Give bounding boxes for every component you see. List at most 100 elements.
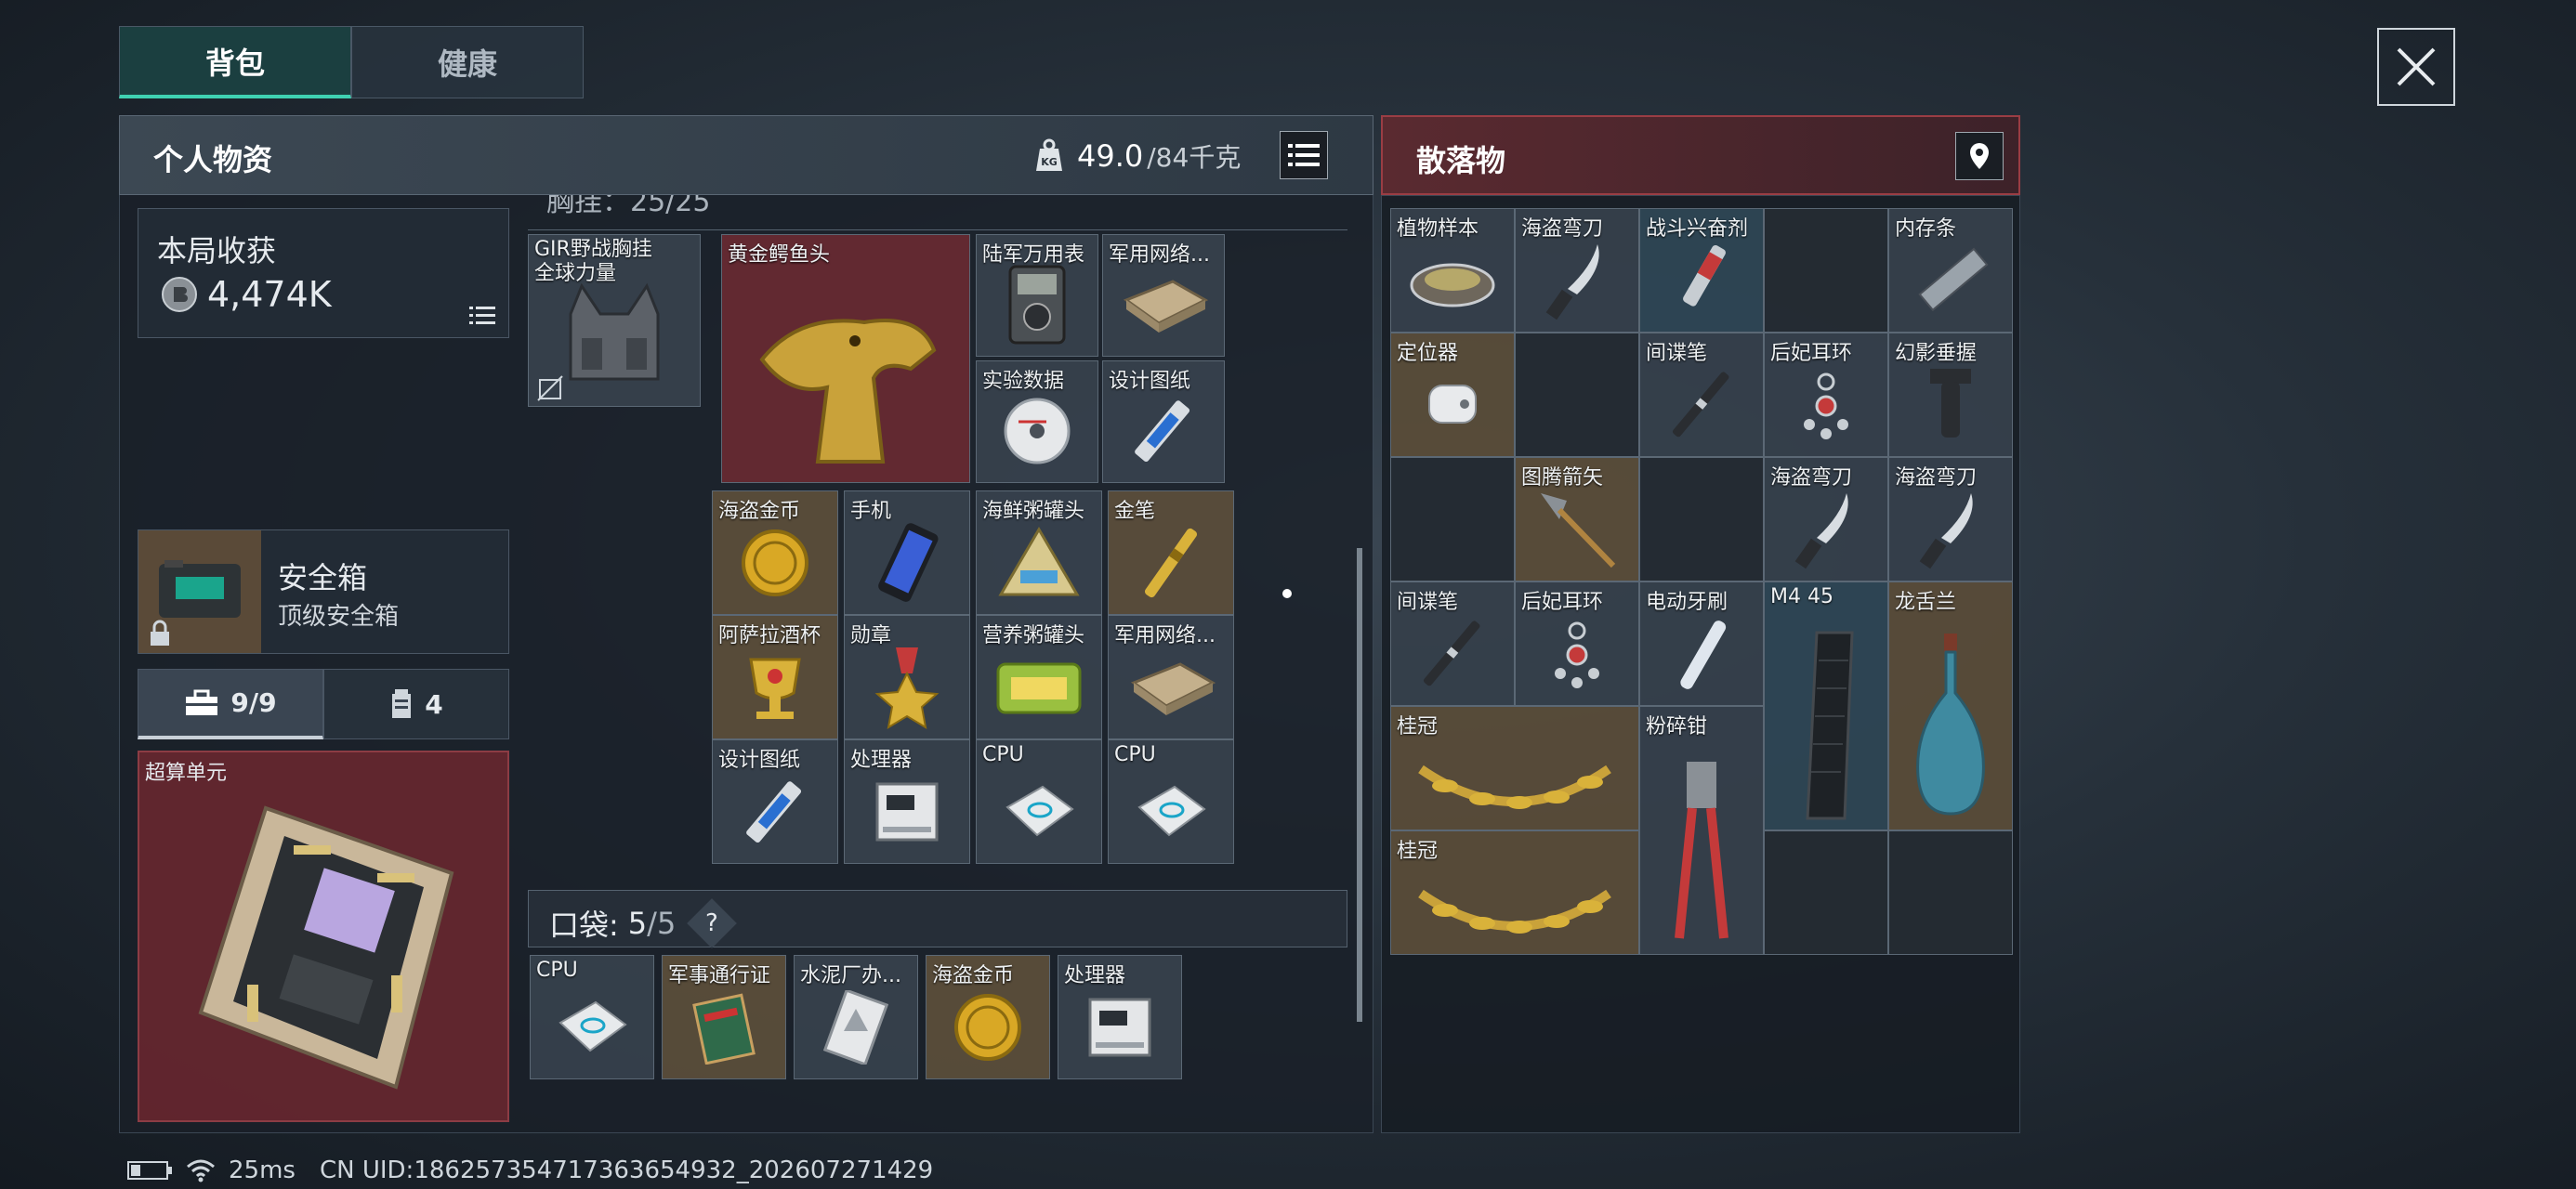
tab-backpack[interactable]: 背包 [119, 26, 351, 98]
item-asara-cup[interactable]: 阿萨拉酒杯 [712, 615, 838, 739]
item-nutrition-porridge[interactable]: 营养粥罐头 [976, 615, 1102, 739]
phone-icon [878, 522, 939, 602]
loot-combat-stimulant[interactable]: 战斗兴奋剂 [1639, 208, 1764, 333]
loot-pirate-sabre-2[interactable]: 海盗弯刀 [1764, 457, 1888, 581]
toolbox-icon [186, 689, 218, 715]
close-icon [2397, 47, 2436, 86]
goblet-icon [749, 658, 801, 719]
pen-icon [1672, 371, 1729, 437]
cpu-chip-icon [559, 1000, 627, 1052]
ram-stick-icon [1918, 247, 1989, 311]
item-military-network-2[interactable]: 军用网络... [1108, 615, 1234, 739]
secure-slot[interactable]: 超算单元 [138, 751, 509, 1122]
item-pirate-coin-1[interactable]: 海盗金币 [712, 490, 838, 615]
pocket-item-cement-office[interactable]: 水泥厂办... [794, 955, 918, 1079]
bottle-icon [1916, 634, 1985, 816]
wifi-icon [187, 1159, 215, 1182]
pocket-item-pirate-coin[interactable]: 海盗金币 [926, 955, 1050, 1079]
pocket-item-military-pass[interactable]: 军事通行证 [662, 955, 786, 1079]
cpu-chip-icon [1137, 785, 1206, 836]
loot-phantom-grip[interactable]: 幻影垂握 [1888, 333, 2013, 457]
no-insure-icon [537, 375, 563, 401]
loot-empty-slot [1888, 830, 2013, 955]
pocket-item-processor[interactable]: 处理器 [1058, 955, 1182, 1079]
network-device-icon [1123, 280, 1209, 333]
processor-box-icon [875, 782, 939, 842]
lock-icon [151, 620, 169, 646]
item-golden-croc-head[interactable]: 黄金鳄鱼头 [721, 234, 970, 483]
item-army-multimeter[interactable]: 陆军万用表 [976, 234, 1098, 357]
usb-drive-icon [746, 780, 802, 843]
tab-other[interactable]: 4 [323, 669, 509, 739]
arrow-icon [1541, 492, 1616, 568]
loot-title: 散落物 [1416, 143, 1506, 178]
item-design-drawing-2[interactable]: 设计图纸 [712, 739, 838, 864]
top-tabs: 背包 健康 [119, 26, 584, 98]
syringe-icon [1683, 244, 1726, 307]
gold-coin-icon [954, 993, 1021, 1061]
loot-empty-slot [1515, 333, 1639, 457]
loot-spy-pen-1[interactable]: 间谍笔 [1639, 333, 1764, 457]
loot-electric-toothbrush[interactable]: 电动牙刷 [1639, 581, 1764, 706]
pocket-item-cpu[interactable]: CPU [530, 955, 654, 1079]
scrollbar[interactable] [1357, 548, 1362, 1022]
earring-icon [1555, 621, 1599, 688]
svg-text:KG: KG [1041, 156, 1058, 168]
pass-card-icon [692, 993, 756, 1065]
loot-locator[interactable]: 定位器 [1390, 333, 1515, 457]
item-design-drawing-1[interactable]: 设计图纸 [1102, 360, 1225, 483]
loot-pirate-sabre-3[interactable]: 海盗弯刀 [1888, 457, 2013, 581]
toothbrush-icon [1680, 620, 1727, 689]
tab-kit[interactable]: 9/9 [138, 669, 323, 739]
help-icon[interactable]: ? [687, 898, 738, 948]
ping-value: 25ms [229, 1156, 296, 1184]
sabre-icon [1919, 492, 1973, 568]
vest-slot[interactable]: GIR野战胸挂 全球力量 [528, 234, 701, 407]
loot-plant-sample[interactable]: 植物样本 [1390, 208, 1515, 333]
item-cpu-1[interactable]: CPU [976, 739, 1102, 864]
loot-laurel-2[interactable]: 桂冠 [1390, 830, 1639, 955]
medal-icon [874, 647, 940, 729]
close-button[interactable] [2377, 28, 2455, 106]
item-cpu-2[interactable]: CPU [1108, 739, 1234, 864]
item-military-network-1[interactable]: 军用网络... [1102, 234, 1225, 357]
loot-empress-earring-2[interactable]: 后妃耳环 [1515, 581, 1639, 706]
cursor-dot [1282, 589, 1292, 598]
safe-box-title: 安全箱 [278, 560, 368, 595]
loot-laurel-1[interactable]: 桂冠 [1390, 706, 1639, 830]
item-phone[interactable]: 手机 [844, 490, 970, 615]
locate-button[interactable] [1955, 132, 2004, 180]
multimeter-icon [1008, 265, 1066, 345]
item-seafood-porridge[interactable]: 海鲜粥罐头 [976, 490, 1102, 615]
pocket-count: 5 [627, 906, 648, 941]
cpu-chip-icon [1005, 785, 1074, 836]
item-gold-pen[interactable]: 金笔 [1108, 490, 1234, 615]
session-harvest: 本局收获 4,474K [138, 208, 509, 338]
loot-empty-slot [1639, 457, 1764, 581]
list-icon[interactable] [469, 306, 495, 326]
loot-spy-pen-2[interactable]: 间谍笔 [1390, 581, 1515, 706]
loot-m4-magazine[interactable]: M4 45 [1764, 581, 1888, 830]
loot-pirate-sabre-1[interactable]: 海盗弯刀 [1515, 208, 1639, 333]
item-experiment-data[interactable]: 实验数据 [976, 360, 1098, 483]
supercomputer-unit-icon [198, 805, 454, 1090]
loot-tequila[interactable]: 龙舌兰 [1888, 581, 2013, 830]
gold-coin-icon [742, 529, 808, 596]
laurel-crown-icon [1418, 889, 1611, 934]
loot-totem-arrow[interactable]: 图腾箭矢 [1515, 457, 1639, 581]
loot-crusher-pliers[interactable]: 粉碎钳 [1639, 706, 1764, 955]
keycard-icon [823, 989, 888, 1065]
canister-icon [392, 689, 412, 718]
pocket-max: /5 [647, 906, 677, 941]
tab-health[interactable]: 健康 [351, 26, 584, 98]
item-medal[interactable]: 勋章 [844, 615, 970, 739]
weight-display: KG 49.0/84千克 [1031, 131, 1241, 181]
safe-box[interactable]: 安全箱 顶级安全箱 [138, 529, 509, 654]
loot-empress-earring-1[interactable]: 后妃耳环 [1764, 333, 1888, 457]
loot-memory-stick[interactable]: 内存条 [1888, 208, 2013, 333]
can-icon [998, 526, 1080, 596]
sort-button[interactable] [1280, 131, 1328, 179]
user-uid: CN UID:18625735471736365493​2_2026072714… [319, 1156, 934, 1184]
item-processor-1[interactable]: 处理器 [844, 739, 970, 864]
weight-icon: KG [1036, 138, 1062, 171]
